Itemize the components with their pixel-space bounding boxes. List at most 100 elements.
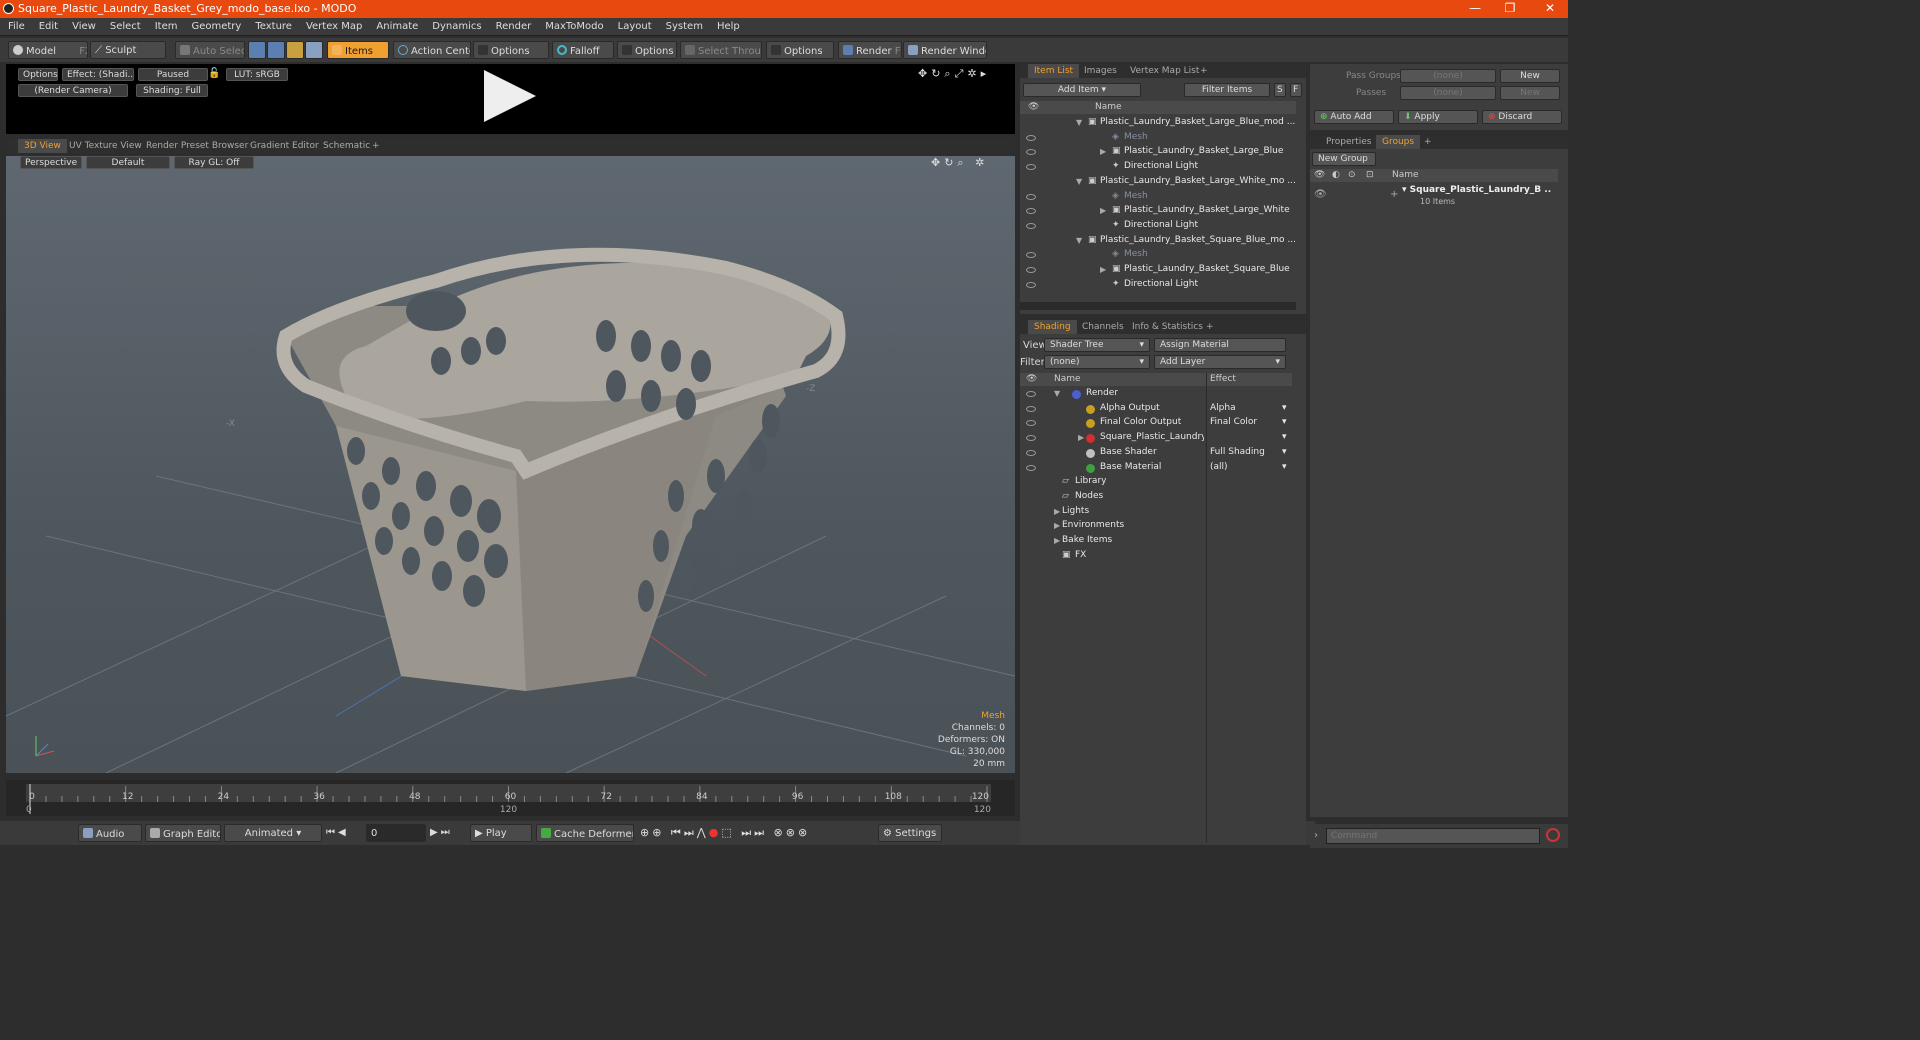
falloff-options-button[interactable]: Options (617, 41, 677, 59)
expand-icon[interactable]: ▶ (1100, 265, 1106, 274)
new-pass-group-button[interactable]: New (1500, 69, 1560, 83)
item-list-row[interactable]: ▼ ▣ Plastic_Laundry_Basket_Large_Blue_mod … (1020, 116, 1296, 130)
menu-animate[interactable]: Animate (368, 18, 424, 32)
animated-dropdown[interactable]: Animated ▾ (224, 824, 322, 842)
item-list-row[interactable]: ▶▣Plastic_Laundry_Basket_Large_Blue(2) (1020, 145, 1296, 159)
falloff-button[interactable]: Falloff (552, 41, 614, 59)
item-list-scrollbar[interactable] (1020, 302, 1296, 310)
transport-prev-icons[interactable]: ⏮◀ (326, 827, 349, 838)
visibility-icon[interactable] (1026, 134, 1036, 141)
effect-dropdown-icon[interactable]: ▾ (1282, 417, 1287, 427)
menu-maxtomodo[interactable]: MaxToModo (537, 18, 609, 32)
lut-dropdown[interactable]: LUT: sRGB (226, 68, 288, 81)
command-input[interactable] (1326, 828, 1540, 844)
item-list-row[interactable]: ✦ Directional Light (1020, 219, 1296, 233)
transport-next-icons[interactable]: ▶⏭ (430, 827, 453, 838)
visibility-icon[interactable] (1026, 435, 1036, 442)
add-tab-button[interactable]: + (366, 139, 386, 153)
tab-groups[interactable]: Groups (1376, 135, 1421, 149)
preview-shading-dropdown[interactable]: Shading: Full (136, 84, 208, 97)
item-list-row[interactable]: ▶▣Plastic_Laundry_Basket_Square_Blue(2) (1020, 263, 1296, 277)
shader-tree-row[interactable]: ▶ Environments (1020, 519, 1292, 533)
minimize-button[interactable]: — (1460, 1, 1490, 15)
3d-viewport[interactable]: Perspective Default Ray GL: Off ✥↻⌕ ✲ -X… (6, 156, 1015, 773)
auto-add-button[interactable]: ⊕ Auto Add (1314, 110, 1394, 124)
effect-dropdown-icon[interactable]: ▾ (1282, 447, 1287, 457)
visibility-icon[interactable] (1026, 222, 1036, 229)
menu-render[interactable]: Render (488, 18, 538, 32)
timeline[interactable]: 0 12 24 36 48 60 72 84 96 108 120 0 120 120 (6, 780, 1015, 816)
visibility-icon[interactable] (1026, 281, 1036, 288)
group-visibility-icon[interactable]: 👁 (1314, 189, 1327, 200)
collapse-icon[interactable]: ▼ (1054, 389, 1060, 398)
filter-items-input[interactable]: Filter Items (1184, 83, 1270, 97)
menu-edit[interactable]: Edit (31, 18, 64, 32)
preview-paused-button[interactable]: Paused (138, 68, 208, 81)
effect-dropdown-icon[interactable]: ▾ (1282, 432, 1287, 442)
visibility-icon[interactable] (1026, 193, 1036, 200)
sculpt-mode-button[interactable]: ⟋ Sculpt (90, 41, 166, 59)
polygon-mode-icon[interactable] (286, 41, 304, 59)
view-dropdown[interactable]: Shader Tree ▾ (1044, 338, 1150, 352)
settings-button[interactable]: ⚙ Settings (878, 824, 942, 842)
expand-group-icon[interactable]: + (1390, 189, 1398, 200)
expand-icon[interactable]: ▶ (1100, 147, 1106, 156)
play-preview-icon[interactable] (484, 70, 536, 122)
model-mode-button[interactable]: Model F2 (8, 41, 88, 59)
shader-tree-row[interactable]: Base Material (all) ▾ (1020, 461, 1292, 475)
menu-texture[interactable]: Texture (247, 18, 298, 32)
group-item-name[interactable]: ▾ Square_Plastic_Laundry_B ... (1402, 185, 1552, 195)
menu-geometry[interactable]: Geometry (183, 18, 247, 32)
collapse-icon[interactable]: ▼ (1076, 118, 1082, 127)
tab-gradient-editor[interactable]: Gradient Editor (244, 139, 325, 153)
passes-dropdown[interactable]: (none) (1400, 86, 1496, 100)
shader-tree-row[interactable]: Base Shader Full Shading ▾ (1020, 446, 1292, 460)
visibility-icon[interactable] (1026, 420, 1036, 427)
tab-shading[interactable]: Shading (1028, 320, 1077, 334)
audio-button[interactable]: Audio (78, 824, 142, 842)
new-pass-button[interactable]: New (1500, 86, 1560, 100)
visibility-icon[interactable] (1026, 149, 1036, 156)
menu-view[interactable]: View (64, 18, 102, 32)
shader-tree-row[interactable]: ▣ FX (1020, 549, 1292, 563)
command-stop-icon[interactable] (1546, 828, 1560, 842)
key-controls-icons[interactable]: ⊕⊕ ⏮⏭⋀●⬚ ⏭⏭ ⊗⊗⊗ (640, 826, 810, 840)
add-item-dropdown[interactable]: Add Item ▾ (1023, 83, 1141, 97)
frame-input[interactable]: 0 (366, 824, 426, 842)
s-toggle[interactable]: S (1274, 83, 1286, 97)
menu-file[interactable]: File (0, 18, 31, 32)
timeline-svg[interactable]: 0 12 24 36 48 60 72 84 96 108 1200 120 120 (26, 780, 991, 816)
f-toggle[interactable]: F (1290, 83, 1302, 97)
item-list-row[interactable]: ▶▣Plastic_Laundry_Basket_Large_White(2) (1020, 204, 1296, 218)
effect-dropdown-icon[interactable]: ▾ (1282, 403, 1287, 413)
cache-deformers-button[interactable]: Cache Deformers (536, 824, 634, 842)
select-through-button[interactable]: Select Through (680, 41, 762, 59)
close-button[interactable]: ✕ (1535, 1, 1565, 15)
preview-effect-dropdown[interactable]: Effect: (Shadi... (62, 68, 134, 81)
items-mode-button[interactable]: Items (327, 41, 389, 59)
visibility-icon[interactable] (1026, 405, 1036, 412)
maximize-button[interactable]: ❐ (1495, 1, 1525, 15)
shader-tree-row[interactable]: ▶ Square_Plastic_Laundry_Ba ... ▾ (1020, 431, 1292, 445)
tab-channels[interactable]: Channels (1076, 320, 1130, 334)
tab-3d-view[interactable]: 3D View (18, 139, 67, 153)
graph-editor-button[interactable]: Graph Editor (145, 824, 221, 842)
add-tab-button[interactable]: + (1200, 320, 1220, 334)
item-list-row[interactable]: ✦ Directional Light (1020, 160, 1296, 174)
shader-tree-row[interactable]: ▱ Library (1020, 475, 1292, 489)
item-list-row[interactable]: ◈ Mesh (1020, 190, 1296, 204)
shader-tree-row[interactable]: ▱ Nodes (1020, 490, 1292, 504)
expand-icon[interactable]: ▶ (1054, 536, 1060, 545)
visibility-icon[interactable] (1026, 449, 1036, 456)
add-tab-button[interactable]: + (1194, 64, 1214, 78)
expand-icon[interactable]: ▶ (1054, 507, 1060, 516)
tab-images[interactable]: Images (1078, 64, 1123, 78)
effect-dropdown-icon[interactable]: ▾ (1282, 462, 1287, 472)
expand-icon[interactable]: ▶ (1100, 206, 1106, 215)
add-tab-button[interactable]: + (1418, 135, 1438, 149)
tab-properties[interactable]: Properties (1320, 135, 1377, 149)
collapse-icon[interactable]: ▼ (1076, 177, 1082, 186)
menu-layout[interactable]: Layout (610, 18, 658, 32)
visibility-icon[interactable] (1026, 464, 1036, 471)
assign-material-button[interactable]: Assign Material (1154, 338, 1286, 352)
